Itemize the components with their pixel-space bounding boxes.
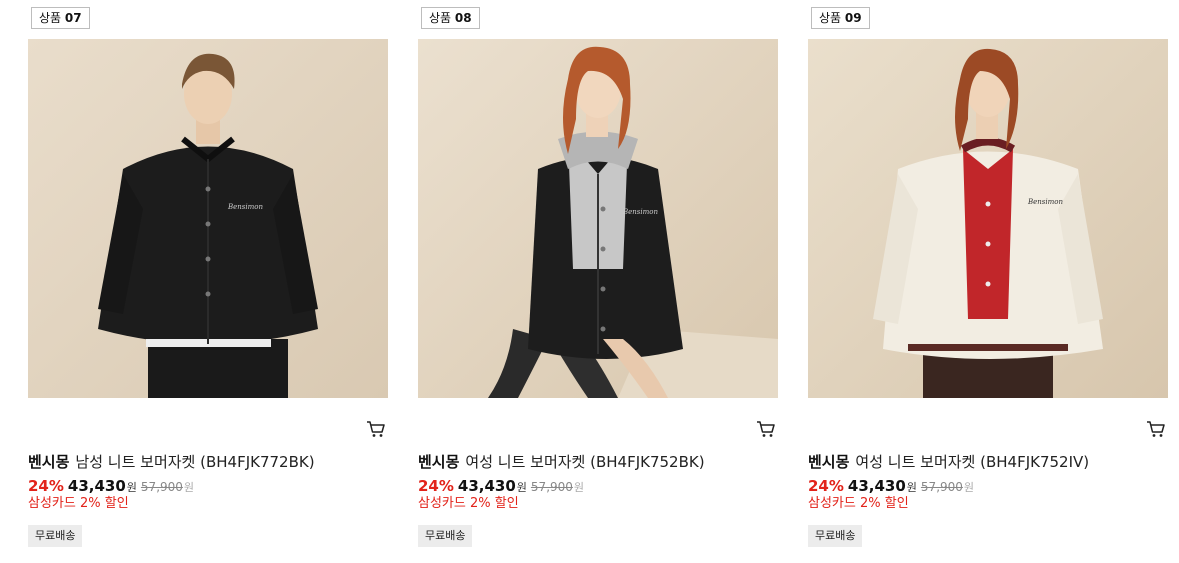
card-discount-text: 삼성카드 2% 할인	[418, 496, 519, 511]
product-title[interactable]: 벤시몽 남성 니트 보머자켓 (BH4FJK772BK)	[28, 452, 388, 472]
cart-icon	[1147, 421, 1165, 437]
svg-text:Bensimon: Bensimon	[227, 203, 263, 211]
product-title[interactable]: 벤시몽 여성 니트 보머자켓 (BH4FJK752BK)	[418, 452, 778, 472]
svg-text:Bensimon: Bensimon	[622, 208, 658, 216]
product-image[interactable]: Bensimon	[28, 39, 388, 398]
original-price: 57,900	[530, 480, 573, 494]
cart-icon	[757, 421, 775, 437]
card-discount-text: 삼성카드 2% 할인	[808, 496, 909, 511]
sale-price: 43,430	[67, 477, 126, 495]
original-price: 57,900	[920, 480, 963, 494]
product-name: 여성 니트 보머자켓 (BH4FJK752IV)	[855, 453, 1090, 471]
brand-name: 벤시몽	[808, 453, 850, 471]
svg-text:Bensimon: Bensimon	[1027, 198, 1063, 206]
free-shipping-badge: 무료배송	[28, 525, 83, 547]
product-number-tag: 상품 07	[31, 7, 90, 29]
product-name: 여성 니트 보머자켓 (BH4FJK752BK)	[465, 453, 705, 471]
product-image[interactable]: Bensimon	[808, 39, 1168, 398]
product-card[interactable]: 상품 09 Bensimon 벤시몽 여성 니트 보머자켓 (BH4FJK752…	[808, 0, 1168, 563]
free-shipping-badge: 무료배송	[418, 525, 473, 547]
add-to-cart-button[interactable]	[1146, 420, 1166, 438]
sale-price-unit: 원	[516, 481, 527, 494]
sale-price-unit: 원	[126, 481, 137, 494]
original-price-unit: 원	[573, 481, 585, 494]
sale-price-unit: 원	[906, 481, 917, 494]
free-shipping-badge: 무료배송	[808, 525, 863, 547]
add-to-cart-button[interactable]	[366, 420, 386, 438]
product-image[interactable]: Bensimon	[418, 39, 778, 398]
product-number-tag: 상품 08	[421, 7, 480, 29]
product-card[interactable]: 상품 07 Bensimon 벤시몽 남성 니트 보머자켓 (BH4FJK772…	[28, 0, 388, 563]
original-price-unit: 원	[963, 481, 975, 494]
product-grid: 상품 07 Bensimon 벤시몽 남성 니트 보머자켓 (BH4FJK772…	[0, 0, 1179, 563]
discount-rate: 24%	[808, 477, 844, 495]
cart-icon	[367, 421, 385, 437]
original-price-unit: 원	[183, 481, 195, 494]
add-to-cart-button[interactable]	[756, 420, 776, 438]
sale-price: 43,430	[457, 477, 516, 495]
brand-name: 벤시몽	[418, 453, 460, 471]
discount-rate: 24%	[28, 477, 64, 495]
original-price: 57,900	[140, 480, 183, 494]
product-name: 남성 니트 보머자켓 (BH4FJK772BK)	[75, 453, 315, 471]
product-title[interactable]: 벤시몽 여성 니트 보머자켓 (BH4FJK752IV)	[808, 452, 1168, 472]
discount-rate: 24%	[418, 477, 454, 495]
product-number-tag: 상품 09	[811, 7, 870, 29]
product-card[interactable]: 상품 08 Bensimon 벤시몽 여성 니트 보머자켓 (BH4FJK752…	[418, 0, 778, 563]
brand-name: 벤시몽	[28, 453, 70, 471]
sale-price: 43,430	[847, 477, 906, 495]
card-discount-text: 삼성카드 2% 할인	[28, 496, 129, 511]
